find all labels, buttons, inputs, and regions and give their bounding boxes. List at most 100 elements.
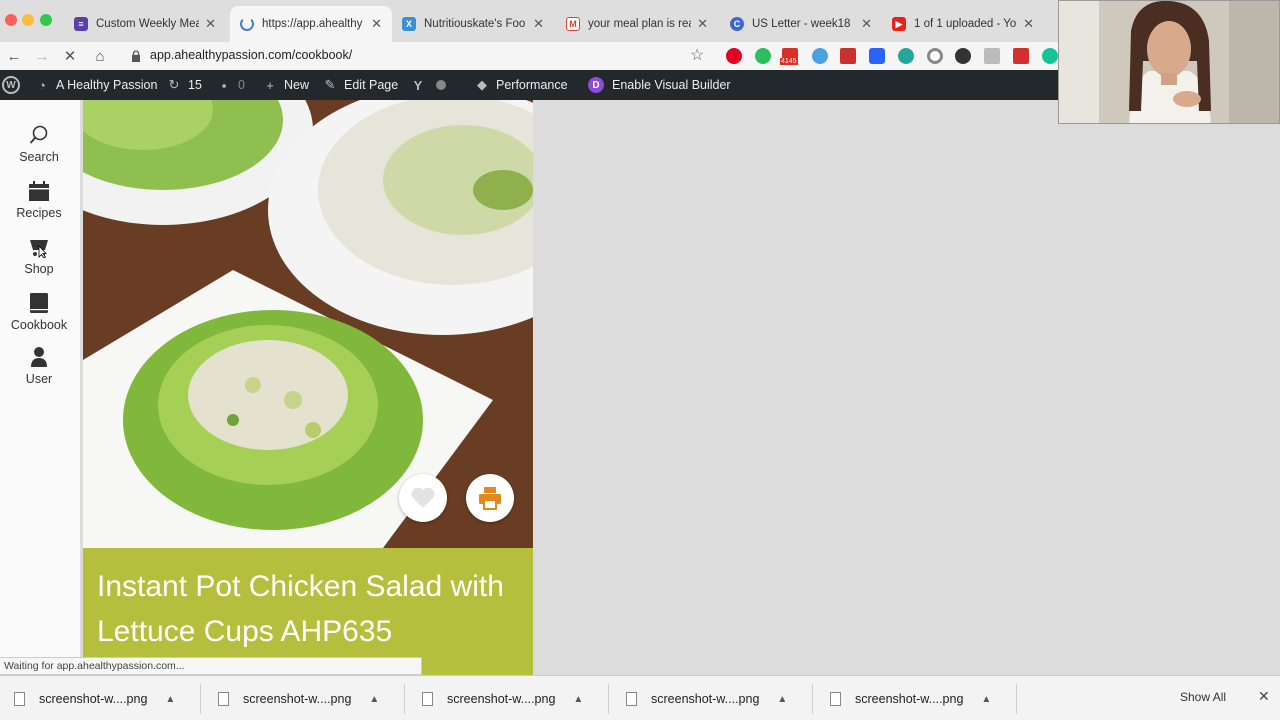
download-filename: screenshot-w....png (243, 692, 352, 706)
tab-title: your meal plan is rea (588, 18, 692, 30)
divider (608, 684, 609, 714)
tab-title: 1 of 1 uploaded - Yo (914, 18, 1017, 30)
chevron-up-icon[interactable]: ▲ (165, 694, 175, 705)
updates-link[interactable]: ↻ 15 (166, 70, 202, 100)
close-icon[interactable]: ✕ (1258, 688, 1270, 705)
edit-page-link[interactable]: ✎ Edit Page (322, 70, 399, 100)
forms-favicon-icon: ≡ (74, 17, 88, 31)
extension-icon[interactable] (1013, 48, 1029, 64)
download-item[interactable]: screenshot-w....png ▲ (830, 688, 991, 710)
site-name-link[interactable]: ◔ A Healthy Passion (34, 70, 157, 100)
nav-recipes[interactable]: Recipes (0, 180, 78, 220)
nav-label: Shop (24, 262, 54, 276)
chevron-up-icon[interactable]: ▲ (981, 694, 991, 705)
recipe-title[interactable]: Instant Pot Chicken Salad with Lettuce C… (97, 564, 519, 654)
divider (812, 684, 813, 714)
recipe-card[interactable]: Instant Pot Chicken Salad with Lettuce C… (83, 100, 533, 675)
nav-search[interactable]: Search (0, 124, 78, 164)
tab-close-icon[interactable]: ✕ (533, 16, 544, 32)
download-filename: screenshot-w....png (855, 692, 964, 706)
presenter-video (1059, 1, 1279, 123)
browser-tab[interactable]: ≡ Custom Weekly Mea ✕ (64, 6, 226, 42)
home-icon[interactable]: ⌂ (90, 46, 110, 66)
download-item[interactable]: screenshot-w....png ▲ (626, 688, 787, 710)
site-name: A Healthy Passion (56, 78, 158, 92)
chevron-up-icon[interactable]: ▲ (777, 694, 787, 705)
address-bar-input[interactable]: app.ahealthypassion.com/cookbook/ (150, 48, 352, 62)
tab-title: Nutritiouskate's Foo (424, 18, 526, 30)
download-item[interactable]: screenshot-w....png ▲ (14, 688, 175, 710)
tab-close-icon[interactable]: ✕ (205, 16, 216, 32)
edit-page-label: Edit Page (344, 78, 399, 92)
tab-close-icon[interactable]: ✕ (861, 16, 872, 32)
extension-icon[interactable] (812, 48, 828, 64)
plus-icon: + (266, 77, 274, 93)
pencil-icon: ✎ (324, 77, 336, 92)
back-arrow-icon[interactable]: ← (4, 46, 24, 66)
yoast-icon: Y (413, 77, 423, 93)
updates-count: 15 (188, 78, 202, 92)
browser-tab[interactable]: X Nutritiouskate's Foo ✕ (392, 6, 554, 42)
evernote-extension-icon[interactable] (755, 48, 771, 64)
webcam-overlay (1058, 0, 1280, 124)
new-content-link[interactable]: + New (262, 70, 309, 100)
wp-admin-bar: W ◔ A Healthy Passion ↻ 15 ▪ 0 + New ✎ E… (0, 70, 1060, 100)
nav-cookbook[interactable]: Cookbook (0, 292, 78, 332)
browser-tab-active[interactable]: https://app.ahealthy ✕ (230, 6, 392, 42)
pinterest-extension-icon[interactable] (726, 48, 742, 64)
file-icon (830, 692, 841, 706)
browser-tab[interactable]: ▶ 1 of 1 uploaded - Yo ✕ (882, 6, 1044, 42)
stop-loading-icon[interactable]: ✕ (60, 46, 80, 66)
printer-icon (479, 487, 501, 510)
youtube-favicon-icon: ▶ (892, 17, 906, 31)
download-item[interactable]: screenshot-w....png ▲ (422, 688, 583, 710)
divider (404, 684, 405, 714)
cart-icon (30, 240, 48, 258)
forward-arrow-icon[interactable]: → (32, 46, 52, 66)
window-close-button[interactable] (5, 14, 17, 26)
tab-title: US Letter - week18 (752, 18, 851, 30)
divider (1016, 684, 1017, 714)
download-filename: screenshot-w....png (447, 692, 556, 706)
wordpress-icon: W (2, 76, 20, 94)
download-shelf: screenshot-w....png ▲ screenshot-w....pn… (0, 675, 1280, 720)
extension-icon[interactable] (840, 48, 856, 64)
search-icon (29, 125, 48, 144)
performance-link[interactable]: ◆ Performance (474, 70, 568, 100)
print-button[interactable] (466, 474, 514, 522)
window-minimize-button[interactable] (22, 14, 34, 26)
download-filename: screenshot-w....png (39, 692, 148, 706)
nav-shop[interactable]: Shop (0, 236, 78, 276)
browser-tab[interactable]: M your meal plan is rea ✕ (556, 6, 718, 42)
recipe-photo (83, 100, 533, 548)
refresh-icon: ↻ (168, 77, 180, 92)
show-all-button[interactable]: Show All (1180, 690, 1226, 704)
comments-link[interactable]: ▪ 0 (216, 70, 245, 100)
download-item[interactable]: screenshot-w....png ▲ (218, 688, 379, 710)
file-icon (218, 692, 229, 706)
tab-close-icon[interactable]: ✕ (697, 16, 708, 32)
favorite-button[interactable] (399, 474, 447, 522)
visual-builder-link[interactable]: D Enable Visual Builder (588, 70, 731, 100)
browser-toolbar: ← → ✕ ⌂ app.ahealthypassion.com/cookbook… (0, 42, 1060, 70)
grammarly-extension-icon[interactable] (1042, 48, 1058, 64)
calendar-icon (29, 181, 49, 201)
bookmark-star-icon[interactable]: ☆ (690, 45, 704, 65)
extension-icon[interactable] (955, 48, 971, 64)
extension-icon[interactable] (898, 48, 914, 64)
yoast-seo-button[interactable]: Y (410, 70, 432, 100)
extension-icon[interactable] (984, 48, 1000, 64)
chevron-up-icon[interactable]: ▲ (573, 694, 583, 705)
extension-icon[interactable] (869, 48, 885, 64)
chevron-up-icon[interactable]: ▲ (369, 694, 379, 705)
tab-close-icon[interactable]: ✕ (1023, 16, 1034, 32)
nutrition-favicon-icon: X (402, 17, 416, 31)
browser-tab[interactable]: C US Letter - week18 ✕ (720, 6, 882, 42)
extension-icon[interactable] (927, 48, 943, 64)
wordpress-logo-button[interactable]: W (2, 70, 20, 100)
tab-close-icon[interactable]: ✕ (371, 16, 382, 32)
heart-icon (411, 487, 435, 508)
nav-user[interactable]: User (0, 346, 78, 386)
window-zoom-button[interactable] (40, 14, 52, 26)
user-icon (31, 347, 47, 367)
